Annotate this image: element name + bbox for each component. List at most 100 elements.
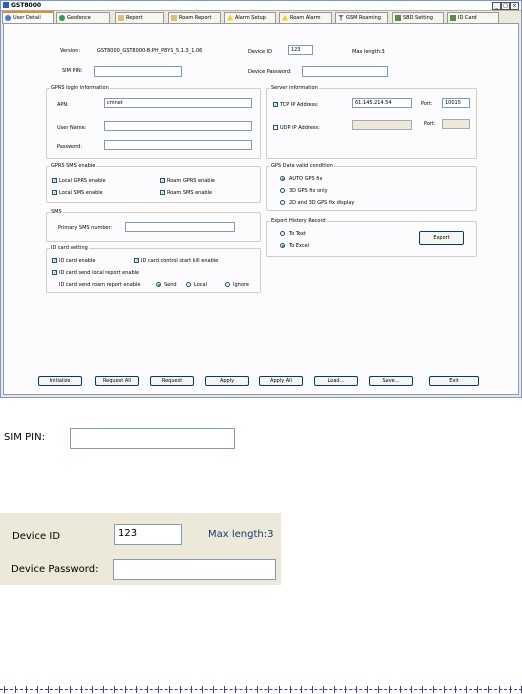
warning-icon [227,14,233,21]
report-icon [118,14,124,21]
load-button[interactable]: Load... [314,376,358,386]
title-bar[interactable]: GST8000 _ □ × [1,1,521,11]
save-button[interactable]: Save... [369,376,413,386]
ruler-tick [378,686,379,693]
tab-report[interactable]: Report [115,12,164,23]
tab-geofence[interactable]: Geofence [56,12,110,23]
ruler-tick [301,686,302,693]
apn-label: APN: [57,102,69,108]
gps-3d-radio[interactable] [280,188,285,193]
ruler-tick [147,686,148,693]
sbd-icon [395,14,401,21]
udp-label: UDP IP Address: [280,125,320,131]
tab-alarm-setup[interactable]: Alarm Setup [224,12,276,23]
apply-all-button[interactable]: Apply All [259,376,303,386]
request-button[interactable]: Request [150,376,194,386]
group-title: ID card setting [50,245,89,251]
ruler-tick [444,686,445,693]
maximize-button[interactable]: □ [501,2,510,10]
roam-gprs-checkbox[interactable]: ✓ [160,178,165,184]
id-card-control-checkbox[interactable]: ✓ [134,258,139,264]
roam-local-radio[interactable] [186,282,191,287]
export-button[interactable]: Export [419,231,464,245]
ruler-tick [510,686,511,693]
sim-pin-field[interactable] [94,66,182,77]
ruler-tick [15,686,16,693]
ruler-tick [202,686,203,693]
tab-id-card[interactable]: ID Card [447,12,499,23]
id-card-enable-checkbox[interactable]: ✓ [52,258,57,264]
device-password-field[interactable] [302,66,388,77]
close-button[interactable]: × [510,2,519,10]
group-title: GPS Data valid condition [270,163,334,169]
ruler-tick [81,686,82,693]
gps-3d-label: 3D GPS fix only [289,188,328,194]
ruler-tick [323,686,324,693]
gps-auto-radio[interactable] [280,176,285,181]
roam-ignore-radio[interactable] [225,282,230,287]
roam-sms-checkbox[interactable]: ✓ [160,190,165,196]
request-all-button[interactable]: Request All [95,376,139,386]
udp-port-field[interactable] [442,119,470,129]
ruler-tick [169,686,170,693]
password-field[interactable] [104,140,252,150]
ruler-tick [367,686,368,693]
tab-sbd-setting[interactable]: SBD Setting [392,12,444,23]
gps-2d3d-label: 2D and 3D GPS fix display [289,200,355,206]
ruler-tick [26,686,27,693]
apply-button[interactable]: Apply [205,376,249,386]
ruler-tick [268,686,269,693]
export-excel-label: To Excel [289,243,310,249]
user-name-field[interactable] [104,121,252,131]
id-card-control-label: ID card control start kill enable [141,258,219,264]
tcp-ip-field[interactable]: 61.145.214.54 [352,98,412,108]
local-sms-checkbox[interactable]: ✓ [52,190,57,196]
ruler-tick [257,686,258,693]
initialize-button[interactable]: Initialize [38,376,82,386]
ruler-tick [92,686,93,693]
roam-sms-label: Roam SMS enable [167,190,213,196]
exit-button[interactable]: Exit [429,376,479,386]
tab-label: Geofence [67,15,91,21]
version-label: Version: [60,48,81,54]
roam-send-radio[interactable] [156,282,161,287]
tab-roam-alarm[interactable]: Roam Alarm [279,12,332,23]
gps-2d3d-radio[interactable] [280,200,285,205]
ruler-tick [345,686,346,693]
zoom-sim-pin-field[interactable] [70,428,235,449]
id-card-local-checkbox[interactable]: ✓ [52,270,57,276]
tab-label: Alarm Setup [235,15,266,21]
group-title: Export History Record [270,218,327,224]
tab-label: User Detail [13,15,41,21]
app-window: GST8000 _ □ × User Detail Geofence Repor… [0,0,522,398]
device-id-field[interactable]: 123 [288,45,313,55]
tab-roam-report[interactable]: Roam Report [168,12,221,23]
group-title: GPRS SMS enable [50,163,97,169]
zoom-device-password-field[interactable] [113,559,276,580]
apn-field[interactable]: cmnet [104,98,252,108]
export-text-radio[interactable] [280,231,285,236]
ruler-tick [400,686,401,693]
zoom-device-id-field[interactable]: 123 [114,524,182,545]
ruler-tick [246,686,247,693]
tcp-port-field[interactable]: 10015 [442,98,470,108]
ruler-tick [356,686,357,693]
ruler-tick [312,686,313,693]
ruler-tick [37,686,38,693]
minimize-button[interactable]: _ [492,2,501,10]
tcp-port-label: Port: [421,101,433,107]
ruler-tick [125,686,126,693]
export-excel-radio[interactable] [280,243,285,248]
ruler-tick [180,686,181,693]
local-sms-label: Local SMS enable [59,190,103,196]
tcp-checkbox[interactable]: ✓ [273,102,278,108]
udp-ip-field[interactable] [352,120,412,130]
warning-icon [282,14,288,21]
local-gprs-checkbox[interactable]: ✓ [52,178,57,184]
ruler-tick [70,686,71,693]
udp-checkbox[interactable] [273,125,278,130]
tab-gsm-roaming[interactable]: GSM Roaming [335,12,388,23]
primary-sms-field[interactable] [125,222,235,232]
ruler-tick [136,686,137,693]
ruler-tick [455,686,456,693]
